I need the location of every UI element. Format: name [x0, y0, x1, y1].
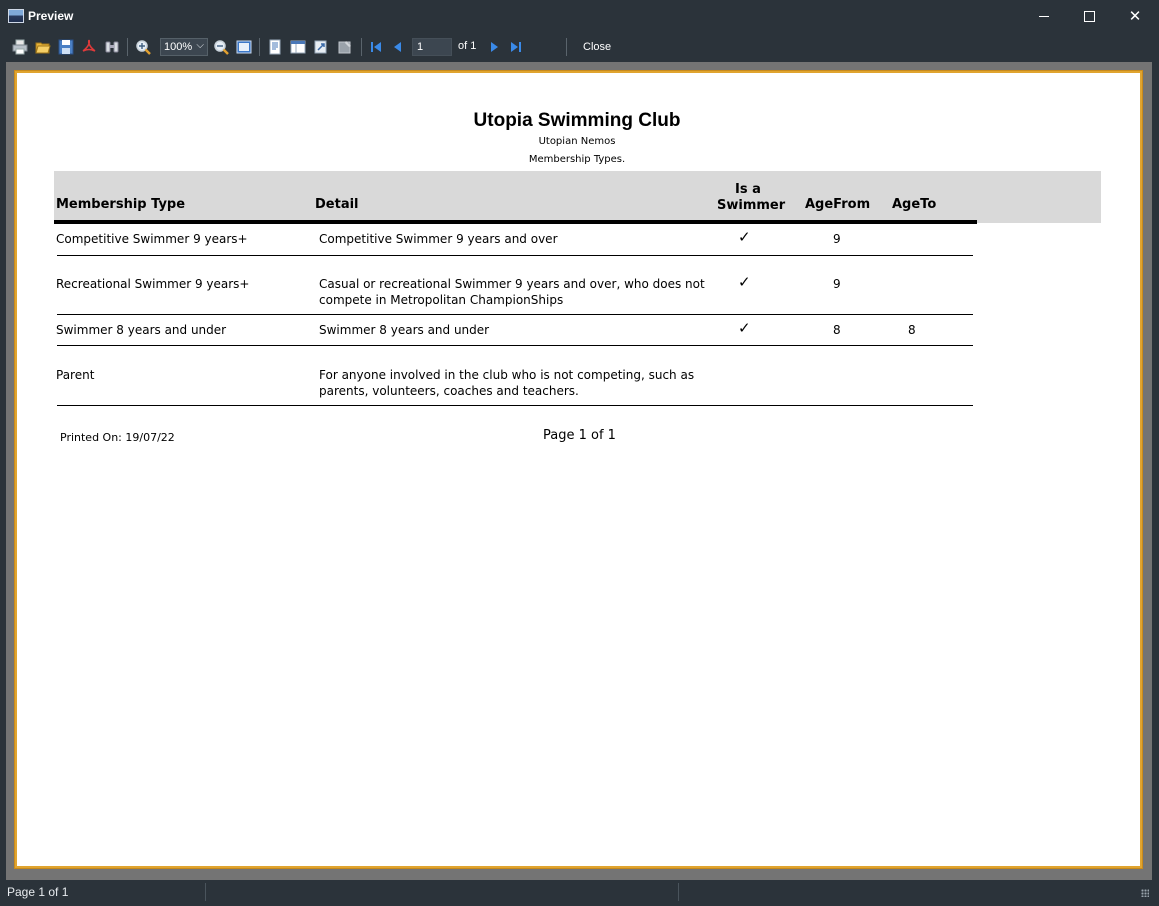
maximize-button[interactable] — [1066, 0, 1112, 32]
close-icon: ✕ — [1128, 7, 1142, 25]
row-2-checkmark-icon: ✓ — [738, 273, 751, 291]
row-3-age-to: 8 — [908, 323, 916, 337]
last-page-icon[interactable] — [507, 38, 525, 56]
status-separator — [678, 883, 679, 901]
row-2-detail-line2: compete in Metropolitan ChampionShips — [319, 293, 564, 307]
save-icon[interactable] — [57, 38, 75, 56]
status-separator — [205, 883, 206, 901]
window-title: Preview — [28, 9, 74, 23]
row-1-type: Competitive Swimmer 9 years+ — [56, 232, 248, 246]
zoom-in-icon[interactable] — [134, 38, 152, 56]
report-subtitle-2: Membership Types. — [528, 154, 626, 165]
zoom-select[interactable]: 100% ⌵ — [160, 38, 208, 56]
zoom-out-icon[interactable] — [212, 38, 230, 56]
toolbar: 100% ⌵ 1 of 1 Close — [0, 32, 1159, 62]
row-divider — [57, 405, 973, 406]
column-header-age-to: AgeTo — [892, 197, 937, 212]
row-2-detail-line1: Casual or recreational Swimmer 9 years a… — [319, 277, 705, 291]
row-3-detail: Swimmer 8 years and under — [319, 323, 490, 337]
single-page-icon[interactable] — [289, 38, 307, 56]
window-close-button[interactable]: ✕ — [1112, 0, 1158, 32]
preview-viewport[interactable]: Utopia Swimming Club Utopian Nemos Membe… — [6, 62, 1152, 880]
column-header-band — [54, 171, 1101, 223]
edit-icon[interactable] — [336, 38, 354, 56]
chevron-down-icon: ⌵ — [196, 40, 204, 51]
export-icon[interactable] — [312, 38, 330, 56]
report-subtitle: Utopian Nemos — [538, 136, 616, 147]
report-title: Utopia Swimming Club — [473, 110, 681, 131]
first-page-icon[interactable] — [367, 38, 385, 56]
maximize-icon — [1083, 10, 1095, 22]
page-footer-label: Page 1 of 1 — [543, 428, 616, 443]
row-divider — [57, 314, 973, 315]
full-page-icon[interactable] — [235, 38, 253, 56]
toolbar-separator — [127, 38, 128, 56]
app-icon — [8, 9, 24, 23]
column-header-membership-type: Membership Type — [56, 197, 186, 212]
column-header-swimmer: Swimmer — [717, 198, 786, 213]
row-divider — [57, 345, 973, 346]
row-1-age-from: 9 — [833, 232, 841, 246]
printed-on-label: Printed On: 19/07/22 — [60, 431, 175, 444]
report-page: Utopia Swimming Club Utopian Nemos Membe… — [14, 70, 1143, 869]
column-header-is-a: Is a — [735, 182, 761, 197]
row-3-checkmark-icon: ✓ — [738, 319, 751, 337]
toolbar-separator — [566, 38, 567, 56]
column-header-detail: Detail — [315, 197, 359, 212]
page-number-input[interactable]: 1 — [412, 38, 452, 56]
pdf-icon[interactable] — [80, 38, 98, 56]
binoculars-find-icon[interactable] — [103, 38, 121, 56]
column-header-age-from: AgeFrom — [805, 197, 871, 212]
row-2-type: Recreational Swimmer 9 years+ — [56, 277, 250, 291]
page-of-label: of 1 — [458, 40, 477, 52]
row-2-age-from: 9 — [833, 277, 841, 291]
row-1-checkmark-icon: ✓ — [738, 228, 751, 246]
status-bar: Page 1 of 1 — [0, 880, 1159, 906]
row-3-age-from: 8 — [833, 323, 841, 337]
title-bar: Preview ✕ — [0, 0, 1159, 32]
row-4-detail-line1: For anyone involved in the club who is n… — [319, 368, 695, 382]
row-1-detail: Competitive Swimmer 9 years and over — [319, 232, 558, 246]
row-3-type: Swimmer 8 years and under — [56, 323, 227, 337]
minimize-button[interactable] — [1021, 0, 1067, 32]
toolbar-separator — [361, 38, 362, 56]
toolbar-separator — [259, 38, 260, 56]
page-setup-icon[interactable] — [266, 38, 284, 56]
resize-grip-icon[interactable] — [1141, 889, 1149, 897]
minimize-icon — [1039, 15, 1049, 17]
status-page-label: Page 1 of 1 — [7, 885, 69, 899]
header-rule — [54, 220, 977, 224]
row-4-detail-line2: parents, volunteers, coaches and teacher… — [319, 384, 579, 398]
open-folder-icon[interactable] — [34, 38, 52, 56]
previous-page-icon[interactable] — [389, 38, 407, 56]
printer-icon[interactable] — [11, 38, 29, 56]
row-divider — [57, 255, 973, 256]
zoom-value: 100% — [164, 41, 193, 53]
row-4-type: Parent — [56, 368, 95, 382]
next-page-icon[interactable] — [485, 38, 503, 56]
close-preview-button[interactable]: Close — [583, 41, 611, 53]
